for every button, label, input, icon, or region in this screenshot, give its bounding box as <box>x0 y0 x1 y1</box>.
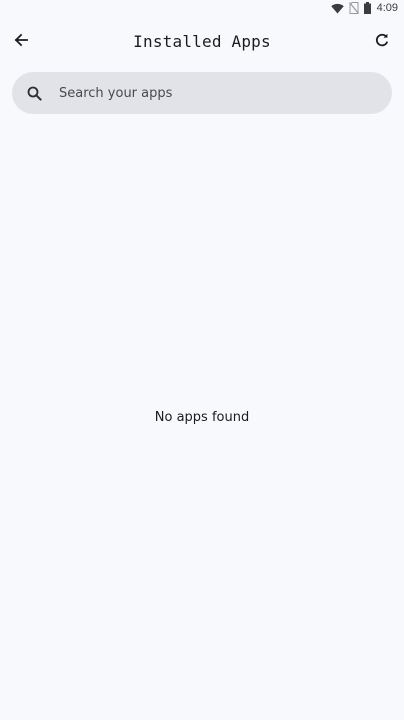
refresh-icon <box>374 32 390 52</box>
wifi-icon <box>330 3 344 14</box>
search-icon <box>24 83 44 103</box>
battery-icon <box>363 2 371 14</box>
search-bar[interactable] <box>12 72 392 114</box>
status-time: 4:09 <box>376 2 398 14</box>
no-sim-icon <box>348 2 359 14</box>
page-title: Installed Apps <box>133 32 271 51</box>
status-bar: 4:09 <box>0 0 404 18</box>
refresh-button[interactable] <box>370 30 394 54</box>
top-app-bar: Installed Apps <box>0 24 404 60</box>
status-icons: 4:09 <box>330 2 398 14</box>
empty-state-message: No apps found <box>154 410 250 425</box>
search-input[interactable] <box>59 85 359 101</box>
